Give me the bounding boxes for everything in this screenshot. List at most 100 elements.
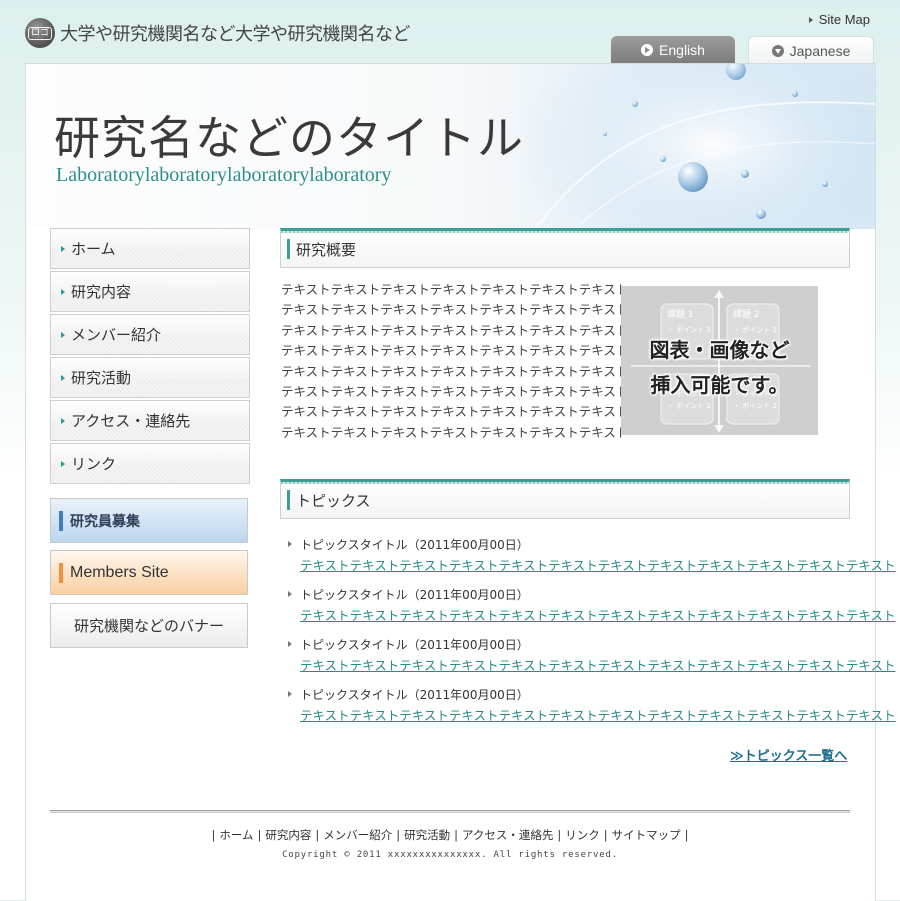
image-caption-line1: 図表・画像など — [649, 338, 790, 362]
chevron-down-circle-icon — [771, 45, 784, 57]
card2-title: 課題 2 — [733, 308, 760, 320]
banner-accent-bar — [59, 510, 63, 531]
arrow-right-icon — [61, 288, 65, 295]
footer-separator: | — [684, 828, 689, 842]
card1-title: 課題 1 — [667, 308, 694, 320]
overview-line: テキストテキストテキストテキストテキストテキストテキスト — [281, 384, 629, 400]
logo[interactable]: ロゴ — [25, 18, 55, 48]
org-name: 大学や研究機関名など大学や研究機関名など — [60, 24, 411, 45]
overview-line: テキストテキストテキストテキストテキストテキストテキスト — [281, 302, 629, 318]
tab-english-label: English — [659, 42, 705, 58]
arrow-right-icon — [61, 374, 65, 381]
sidebar-item-label: メンバー紹介 — [71, 326, 162, 344]
topic-item: トピックスタイトル（2011年00月00日） テキストテキストテキストテキストテ… — [288, 636, 896, 686]
sidebar-item-label: 研究内容 — [71, 283, 132, 301]
topic-link[interactable]: テキストテキストテキストテキストテキストテキストテキストテキストテキストテキスト… — [300, 705, 896, 724]
arrow-right-icon — [61, 245, 65, 252]
footer-link-sitemap[interactable]: サイトマップ — [612, 828, 681, 842]
hero-banner: 研究名などのタイトル Laboratorylaboratorylaborator… — [26, 64, 875, 229]
topic-link[interactable]: テキストテキストテキストテキストテキストテキストテキストテキストテキストテキスト… — [300, 555, 896, 574]
arrow-right-icon — [61, 460, 65, 467]
topic-title: トピックスタイトル（2011年00月00日） — [288, 686, 848, 702]
arrow-right-icon — [61, 417, 65, 424]
overview-text: テキストテキストテキストテキストテキストテキストテキスト テキストテキストテキス… — [281, 280, 629, 443]
sidebar-item-activities[interactable]: 研究活動 — [50, 357, 250, 398]
topic-title-text: トピックスタイトル（2011年00月00日） — [300, 587, 529, 602]
members-site-banner[interactable]: Members Site — [50, 550, 248, 595]
arrow-right-icon — [288, 641, 292, 647]
organization-banner-label: 研究機関などのバナー — [73, 617, 224, 635]
arrow-right-icon — [288, 541, 292, 547]
heading-accent-bar — [287, 239, 290, 259]
sidebar-item-links[interactable]: リンク — [50, 443, 250, 484]
recruit-banner[interactable]: 研究員募集 — [50, 498, 248, 543]
overview-line: テキストテキストテキストテキストテキストテキストテキスト — [281, 424, 629, 440]
footer-divider — [50, 810, 850, 813]
members-site-label: Members Site — [70, 563, 169, 581]
arrow-right-icon — [288, 691, 292, 697]
footer-separator: | — [396, 828, 401, 842]
overview-line: テキストテキストテキストテキストテキストテキストテキスト — [281, 343, 629, 359]
topic-title: トピックスタイトル（2011年00月00日） — [288, 586, 848, 602]
footer-separator: | — [315, 828, 320, 842]
banner-accent-bar — [59, 562, 63, 583]
heading-accent-bar — [287, 490, 290, 510]
topic-title-text: トピックスタイトル（2011年00月00日） — [300, 637, 529, 652]
sidebar-item-label: 研究活動 — [71, 369, 132, 387]
footer-separator: | — [257, 828, 262, 842]
footer-link-links[interactable]: リンク — [565, 828, 600, 842]
footer-link-research[interactable]: 研究内容 — [265, 828, 311, 842]
footer-link-access[interactable]: アクセス・連絡先 — [462, 828, 553, 842]
topics-heading: トピックス — [280, 479, 850, 519]
card4-point2: ・ ポイント 2 — [733, 402, 777, 410]
overview-line: テキストテキストテキストテキストテキストテキストテキスト — [281, 404, 629, 420]
sidebar-item-label: ホーム — [71, 240, 116, 258]
sitemap-link[interactable]: Site Map — [808, 12, 870, 27]
organization-banner[interactable]: 研究機関などのバナー — [50, 603, 248, 648]
overview-line: テキストテキストテキストテキストテキストテキストテキスト — [281, 322, 629, 338]
tab-japanese-label: Japanese — [789, 43, 851, 59]
topic-item: トピックスタイトル（2011年00月00日） テキストテキストテキストテキストテ… — [288, 586, 896, 636]
card1-point: ・ ポイント 1 — [667, 326, 711, 334]
arrow-right-icon — [808, 16, 813, 23]
tab-english[interactable]: English — [611, 36, 735, 64]
topics-more-link[interactable]: ≫トピックス一覧へ — [730, 745, 847, 764]
footer-link-members[interactable]: メンバー紹介 — [323, 828, 392, 842]
overview-line: テキストテキストテキストテキストテキストテキストテキスト — [281, 363, 629, 379]
arrow-right-icon — [61, 331, 65, 338]
sidebar-item-label: アクセス・連絡先 — [71, 412, 191, 430]
topic-title: トピックスタイトル（2011年00月00日） — [288, 536, 848, 552]
topic-item: トピックスタイトル（2011年00月00日） テキストテキストテキストテキストテ… — [288, 536, 896, 586]
overview-line: テキストテキストテキストテキストテキストテキストテキスト — [281, 282, 629, 297]
sidebar-item-research[interactable]: 研究内容 — [50, 271, 250, 312]
card2-point: ・ ポイント 1 — [733, 326, 777, 334]
tab-japanese[interactable]: Japanese — [748, 36, 874, 65]
arrow-right-icon — [288, 591, 292, 597]
topics-heading-text: トピックス — [296, 491, 371, 510]
topic-link[interactable]: テキストテキストテキストテキストテキストテキストテキストテキストテキストテキスト… — [300, 655, 896, 674]
topic-title-text: トピックスタイトル（2011年00月00日） — [300, 687, 529, 702]
overview-heading: 研究概要 — [280, 228, 850, 268]
site-title: 研究名などのタイトル — [54, 111, 524, 165]
sidebar-item-members[interactable]: メンバー紹介 — [50, 314, 250, 355]
topic-item: トピックスタイトル（2011年00月00日） テキストテキストテキストテキストテ… — [288, 686, 896, 736]
sidebar-item-label: リンク — [71, 455, 117, 473]
topic-title: トピックスタイトル（2011年00月00日） — [288, 636, 848, 652]
topics-list: トピックスタイトル（2011年00月00日） テキストテキストテキストテキストテ… — [288, 536, 896, 736]
footer-nav: | ホーム | 研究内容 | メンバー紹介 | 研究活動 | アクセス・連絡先 | リンク | サイトマッ… — [0, 827, 900, 843]
site-subtitle: Laboratorylaboratorylaboratorylaboratory — [56, 164, 392, 186]
sidebar-item-home[interactable]: ホーム — [50, 228, 250, 269]
footer-separator: | — [557, 828, 562, 842]
logo-text: ロゴ — [27, 26, 52, 40]
sidebar-nav: ホーム 研究内容 メンバー紹介 研究活動 アクセス・連絡先 リンク — [50, 228, 250, 486]
topic-title-text: トピックスタイトル（2011年00月00日） — [300, 537, 529, 552]
topic-link[interactable]: テキストテキストテキストテキストテキストテキストテキストテキストテキストテキスト… — [300, 605, 896, 624]
sitemap-label: Site Map — [818, 12, 870, 27]
image-caption-line2: 挿入可能です。 — [650, 373, 789, 397]
sidebar-item-access[interactable]: アクセス・連絡先 — [50, 400, 250, 441]
footer-link-activities[interactable]: 研究活動 — [404, 828, 450, 842]
copyright-text: Copyright © 2011 xxxxxxxxxxxxxxx. All ri… — [282, 850, 618, 860]
card3-point2: ・ ポイント 2 — [667, 402, 711, 410]
footer-link-home[interactable]: ホーム — [219, 828, 253, 842]
water-drops-illustration — [515, 64, 875, 229]
